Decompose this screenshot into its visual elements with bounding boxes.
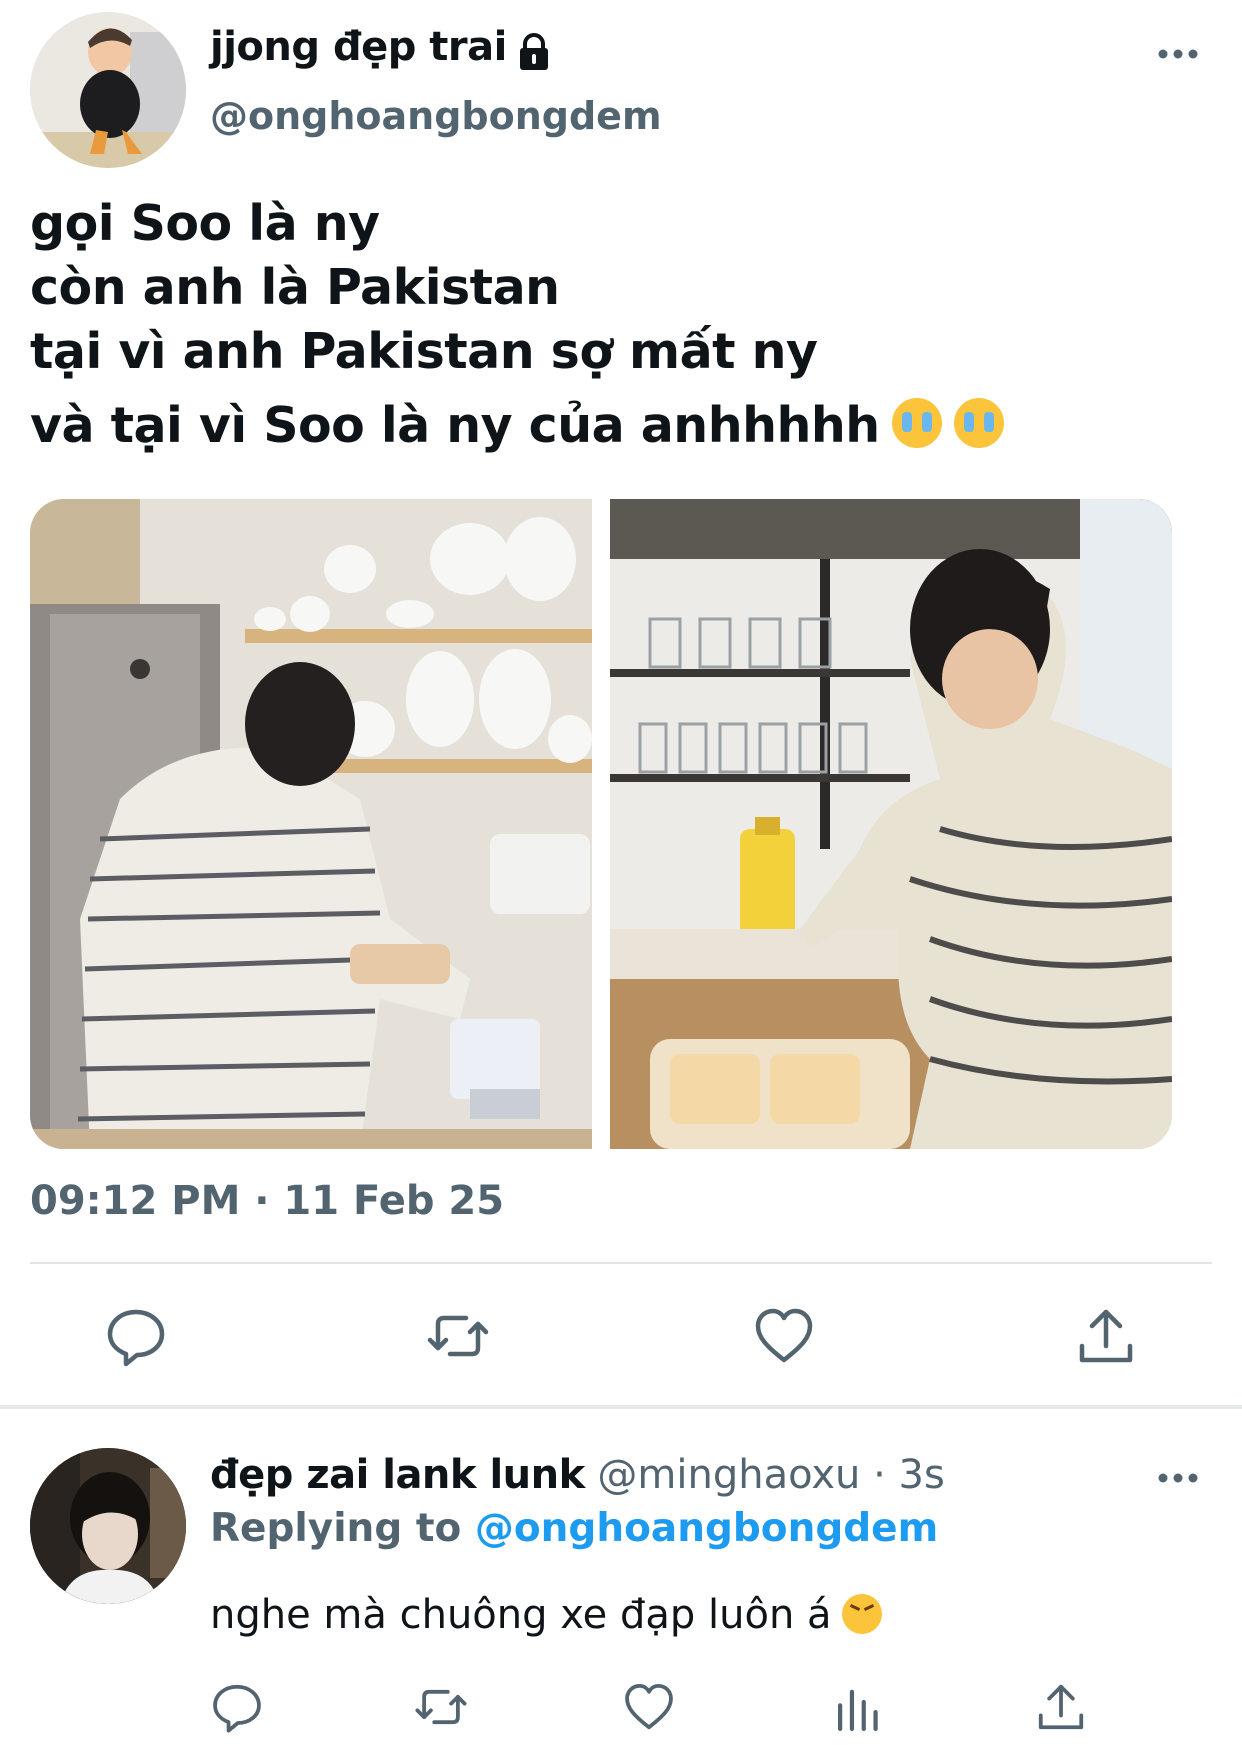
reply-header: đẹp zai lank lunk @minghaoxu · 3s: [210, 1452, 945, 1498]
like-icon[interactable]: [622, 1680, 676, 1734]
share-icon[interactable]: [1074, 1304, 1138, 1368]
replying-handle-link[interactable]: @onghoangbongdem: [475, 1506, 938, 1551]
tweet-line: tại vì anh Pakistan sợ mất ny: [30, 323, 818, 380]
author-handle[interactable]: @onghoangbongdem: [210, 94, 662, 138]
reply-text: nghe mà chuông xe đạp luôn á: [210, 1592, 882, 1638]
lock-icon: [514, 32, 554, 72]
author-name[interactable]: jjong đẹp trai: [210, 24, 507, 70]
replying-to: Replying to @onghoangbongdem: [210, 1506, 938, 1551]
retweet-icon[interactable]: [426, 1304, 490, 1368]
author-avatar[interactable]: [30, 12, 186, 168]
reply-author-avatar[interactable]: [30, 1448, 186, 1604]
analytics-icon[interactable]: [830, 1680, 884, 1734]
reply-icon[interactable]: [210, 1680, 264, 1734]
divider: [30, 1262, 1212, 1264]
tweet-line: còn anh là Pakistan: [30, 259, 560, 316]
reply-body: nghe mà chuông xe đạp luôn á: [210, 1592, 832, 1638]
tweet-timestamp: 09:12 PM · 11 Feb 25: [30, 1178, 505, 1224]
tweet-text: gọi Soo là ny còn anh là Pakistan tại vì…: [30, 192, 1210, 458]
reply-handle-time: @minghaoxu · 3s: [597, 1452, 945, 1498]
like-icon[interactable]: [752, 1304, 816, 1368]
more-icon[interactable]: [1156, 44, 1200, 64]
loudly-crying-emoji: [891, 398, 942, 448]
tweet-photo[interactable]: [610, 499, 1172, 1149]
tweet-photo[interactable]: [30, 499, 592, 1149]
more-icon[interactable]: [1156, 1468, 1200, 1488]
retweet-icon[interactable]: [414, 1680, 468, 1734]
loudly-crying-emoji: [953, 398, 1004, 448]
share-icon[interactable]: [1034, 1680, 1088, 1734]
section-divider: [0, 1405, 1242, 1409]
reply-icon[interactable]: [104, 1304, 168, 1368]
confounded-emoji: [841, 1594, 882, 1634]
replying-label: Replying to: [210, 1506, 462, 1551]
reply-author-name[interactable]: đẹp zai lank lunk: [210, 1452, 585, 1498]
tweet-line: và tại vì Soo là ny của anhhhhh: [30, 397, 880, 454]
tweet-line: gọi Soo là ny: [30, 195, 380, 252]
